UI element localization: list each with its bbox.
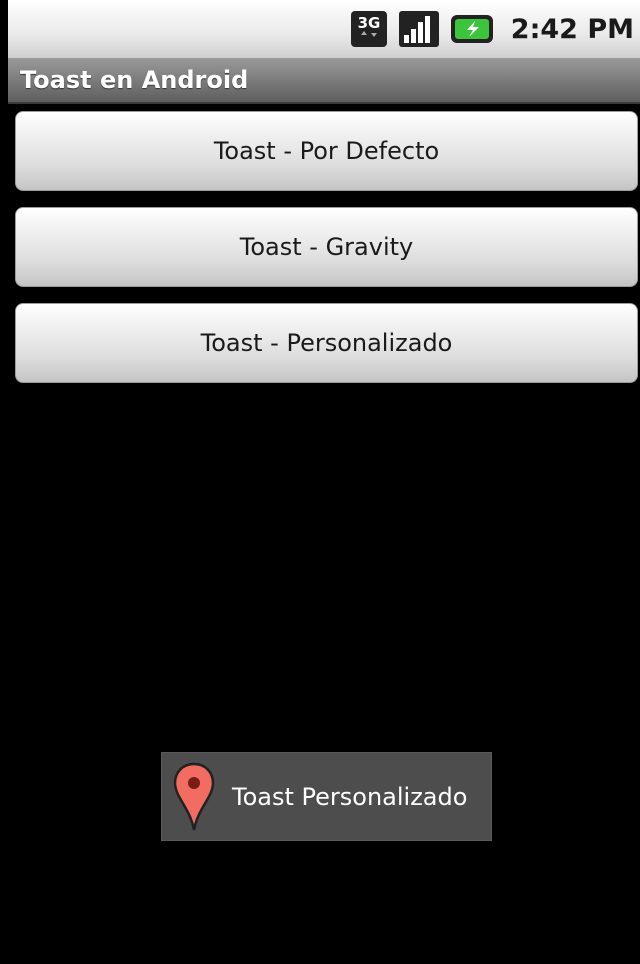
status-time: 2:42 PM: [510, 13, 634, 45]
toast-default-button[interactable]: Toast - Por Defecto: [15, 111, 638, 191]
app-title-bar: Toast en Android: [8, 58, 640, 104]
status-bar: 3G 2:42 PM: [8, 0, 640, 58]
toast-custom-button-label: Toast - Personalizado: [200, 329, 453, 357]
signal-bars-icon: [397, 9, 441, 49]
map-pin-icon: [172, 762, 216, 832]
toast-message: Toast Personalizado: [232, 782, 468, 811]
app-title: Toast en Android: [20, 66, 249, 94]
toast-gravity-button-label: Toast - Gravity: [239, 233, 414, 261]
network-3g-label: 3G: [357, 14, 380, 32]
network-3g-icon: 3G: [349, 9, 389, 49]
toast-default-button-label: Toast - Por Defecto: [213, 137, 440, 165]
custom-toast: Toast Personalizado: [161, 752, 492, 841]
battery-charging-icon: [449, 9, 497, 49]
toast-gravity-button[interactable]: Toast - Gravity: [15, 207, 638, 287]
toast-custom-button[interactable]: Toast - Personalizado: [15, 303, 638, 383]
